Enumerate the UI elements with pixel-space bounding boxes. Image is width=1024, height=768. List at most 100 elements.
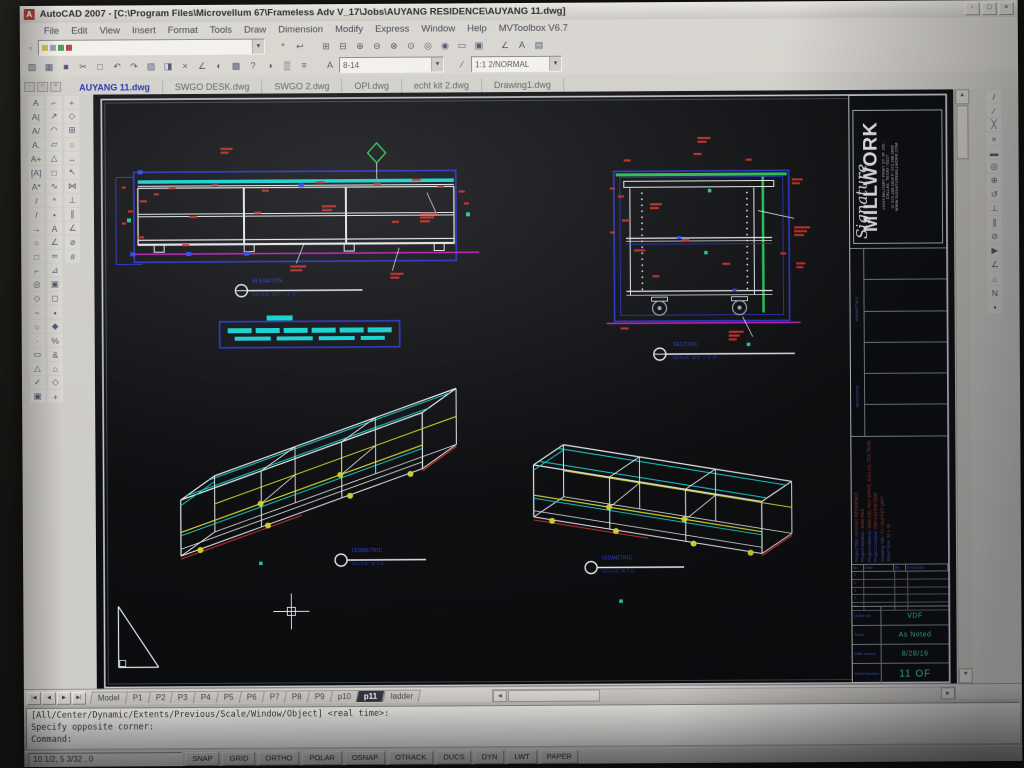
zoom-tool-icon[interactable]: ⊙ (403, 38, 419, 53)
tool-icon[interactable]: ✓ (30, 376, 45, 389)
tool-icon[interactable]: [A] (29, 166, 44, 179)
tool-icon[interactable]: → (29, 222, 44, 235)
toolbar-icon[interactable]: ↩ (292, 39, 308, 54)
tool-icon[interactable]: # (65, 250, 80, 263)
toolbar-icon[interactable]: ◑ (262, 58, 278, 73)
tool-icon[interactable]: ◇ (64, 110, 79, 123)
tool-icon[interactable]: ◇ (48, 376, 63, 389)
tool-icon[interactable]: ⊞ (64, 124, 79, 137)
zoom-tool-icon[interactable]: ⊕ (352, 38, 368, 53)
tool-icon[interactable]: △ (47, 152, 62, 165)
tool-icon[interactable]: ▭ (30, 348, 45, 361)
tool-icon[interactable]: A+ (29, 152, 44, 165)
status-toggle-button[interactable]: OSNAP (345, 751, 385, 765)
zoom-tool-icon[interactable]: ⊞ (318, 39, 334, 54)
toolbar-icon[interactable]: * (275, 39, 291, 54)
modify-tool-icon[interactable]: ⊕ (987, 174, 1002, 187)
drawing-tab[interactable]: SWGO DESK.dwg (163, 80, 263, 95)
layer-dropdown[interactable]: ▼ (38, 39, 265, 56)
menu-item[interactable]: Tools (204, 24, 238, 35)
window-control-button[interactable]: - (965, 2, 980, 15)
tool-icon[interactable]: ◎ (29, 278, 44, 291)
tool-icon[interactable]: + (48, 390, 63, 403)
menu-item[interactable]: View (93, 25, 125, 36)
tool-icon[interactable]: ⌀ (65, 236, 80, 249)
toolbar-icon[interactable]: ≡ (296, 58, 312, 73)
zoom-tool-icon[interactable]: ⊗ (386, 38, 402, 53)
status-toggle-button[interactable]: LWT (507, 750, 536, 764)
toolbar-icon[interactable]: ✂ (75, 59, 91, 74)
chevron-down-icon[interactable]: ▼ (252, 40, 264, 54)
scale-dropdown[interactable]: 1:1 2/NORMAL ▼ (471, 56, 562, 73)
tool-icon[interactable]: ▣ (47, 278, 62, 291)
layout-tab[interactable]: Model (90, 691, 128, 703)
status-toggle-button[interactable]: DUCS (436, 750, 471, 764)
tool-icon[interactable]: * (47, 194, 62, 207)
menu-item[interactable]: Format (162, 24, 204, 35)
menu-item[interactable]: MVToolbox V6.7 (493, 22, 574, 33)
tool-icon[interactable]: ◆ (48, 320, 63, 333)
menu-item[interactable]: Help (461, 23, 493, 34)
toolbar-icon[interactable]: ∠ (194, 58, 210, 73)
zoom-tool-icon[interactable]: ◉ (437, 38, 453, 53)
tool-icon[interactable]: ◇ (29, 292, 44, 305)
status-toggle-button[interactable]: PAPER (540, 750, 579, 764)
toolbar-icon[interactable]: ▩ (228, 58, 244, 73)
vertical-scroll-thumb[interactable] (956, 105, 968, 159)
tool-icon[interactable]: ↗ (46, 110, 61, 123)
command-line[interactable]: [All/Center/Dynamic/Extents/Previous/Sca… (26, 702, 1020, 749)
tool-icon[interactable]: ⌂ (48, 362, 63, 375)
chevron-down-icon[interactable]: ▼ (549, 57, 561, 71)
menu-item[interactable]: Express (369, 23, 415, 34)
scroll-left-icon[interactable]: ◀ (493, 690, 507, 702)
tool-icon[interactable]: ▣ (30, 390, 45, 403)
toolbar-icon[interactable]: ◨ (160, 59, 176, 74)
toolbar-icon[interactable]: ■ (58, 59, 74, 74)
zoom-tool-icon[interactable]: ⊟ (335, 39, 351, 54)
window-control-button[interactable]: □ (982, 2, 997, 15)
drawing-tab[interactable]: Drawing1.dwg (482, 78, 564, 93)
scroll-down-icon[interactable]: ▼ (959, 668, 973, 683)
modify-tool-icon[interactable]: × (986, 132, 1001, 145)
window-control-button[interactable]: × (999, 2, 1014, 15)
tool-icon[interactable]: A| (28, 110, 43, 123)
text-style-dropdown[interactable]: 8-14 ▼ (339, 56, 444, 73)
layer-properties-icon[interactable]: ▫ (24, 40, 37, 55)
status-toggle-button[interactable]: DYN (475, 750, 505, 764)
tool-icon[interactable]: ○ (30, 320, 45, 333)
status-toggle-button[interactable]: POLAR (302, 751, 342, 765)
tool-icon[interactable]: ∠ (47, 236, 62, 249)
tool-icon[interactable]: / (29, 194, 44, 207)
toolbar-icon[interactable]: ↶ (109, 59, 125, 74)
status-toggle-button[interactable]: GRID (223, 752, 256, 766)
mdi-control-button[interactable]: □ (37, 82, 48, 92)
tool-icon[interactable]: ~ (30, 306, 45, 319)
toolbar-icon[interactable]: ▧ (24, 59, 40, 74)
tool-icon[interactable]: □ (47, 166, 62, 179)
modify-tool-icon[interactable]: / (986, 90, 1001, 103)
toolbar-icon[interactable]: ▦ (41, 59, 57, 74)
scale-tool-icon[interactable]: ∕ (454, 57, 470, 72)
menu-item[interactable]: File (38, 25, 65, 36)
mdi-control-button[interactable]: - (24, 82, 35, 92)
tool-icon[interactable]: □ (29, 250, 44, 263)
modify-tool-icon[interactable]: ▬ (987, 146, 1002, 159)
status-toggle-button[interactable]: OTRACK (388, 751, 433, 765)
toolbar-icon[interactable]: ◐ (211, 58, 227, 73)
coordinates-readout[interactable]: 10 1/2, 5 3/32 , 0 (28, 752, 182, 767)
tool-icon[interactable]: ≃ (47, 250, 62, 263)
menu-item[interactable]: Modify (329, 23, 369, 34)
drawing-tab[interactable]: SWGO 2.dwg (262, 79, 342, 93)
modify-tool-icon[interactable]: ⁄ (986, 104, 1001, 117)
layout-tab[interactable]: P6 (238, 691, 264, 703)
menu-item[interactable]: Edit (65, 25, 93, 36)
modify-tool-icon[interactable]: ◎ (987, 160, 1002, 173)
toolbar-icon[interactable]: ▨ (143, 59, 159, 74)
tool-icon[interactable]: · (30, 334, 45, 347)
toolbar-icon[interactable]: ▤ (531, 37, 547, 52)
layout-tab[interactable]: p11 (356, 690, 386, 702)
modify-tool-icon[interactable]: N (987, 286, 1002, 299)
toolbar-icon[interactable]: ▒ (279, 58, 295, 73)
menu-item[interactable]: Dimension (272, 24, 329, 35)
toolbar-icon[interactable]: ∠ (497, 38, 513, 53)
